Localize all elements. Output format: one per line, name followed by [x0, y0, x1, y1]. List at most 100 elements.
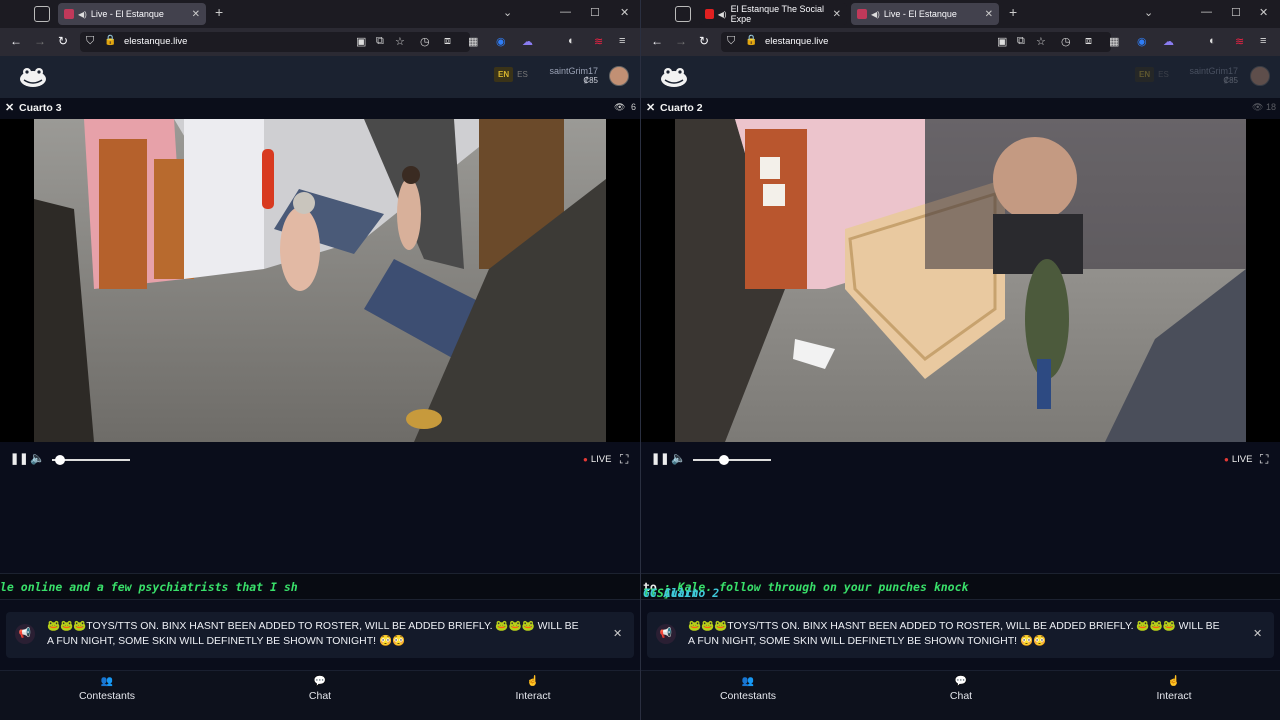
reload-icon[interactable]: ↻ — [699, 34, 709, 48]
nav-contestants-label: Contestants — [719, 690, 777, 702]
extension-off-icon[interactable]: ▦ — [468, 35, 478, 48]
dismiss-announcement-icon[interactable]: ✕ — [1253, 627, 1262, 640]
fullscreen-icon[interactable]: ⛶ — [1260, 452, 1268, 467]
forward-icon[interactable]: → — [675, 34, 687, 48]
bookmark-star-icon[interactable]: ☆ — [395, 35, 405, 48]
volume-slider[interactable] — [52, 455, 130, 465]
lang-en[interactable]: EN — [494, 67, 514, 82]
shield-icon[interactable]: ⛉ — [727, 35, 735, 48]
extensions-icon[interactable]: ⧈ — [444, 35, 451, 48]
close-room-icon[interactable]: ✕ — [5, 101, 14, 114]
user-info[interactable]: saintGrim17 ₡85 — [549, 66, 598, 85]
volume-knob[interactable] — [719, 455, 730, 465]
nav-bar: ← → ↻ ⛉ 🔒 elestanque.live ▣ ⧉ ☆ ◷ ⧈ ▦ ◉ … — [641, 28, 1280, 56]
menu-icon[interactable]: ≡ — [1260, 35, 1266, 47]
pause-icon[interactable]: ❚❚ — [651, 452, 669, 465]
pip-icon[interactable]: ⧉ — [376, 35, 384, 48]
avatar[interactable] — [609, 66, 629, 86]
megaphone-icon: 📢 — [15, 624, 35, 644]
extensions-icon[interactable]: ⧈ — [1085, 35, 1092, 48]
language-switch[interactable]: EN ES — [494, 67, 528, 82]
new-tab-icon[interactable]: + — [1009, 4, 1017, 20]
maximize-icon[interactable]: ☐ — [590, 6, 600, 19]
tab-live[interactable]: ◀) Live - El Estanque ✕ — [851, 3, 999, 25]
chat-icon: 💬 — [954, 676, 968, 687]
extension-off-icon[interactable]: ▦ — [1109, 35, 1119, 48]
username: saintGrim17 — [1189, 66, 1238, 76]
extension-blue-icon[interactable]: ◉ — [496, 35, 506, 48]
extension-purple-icon[interactable]: ☁ — [1163, 35, 1174, 48]
nav-interact[interactable]: ☝ Interact — [483, 676, 583, 702]
pause-icon[interactable]: ❚❚ — [10, 452, 28, 465]
back-icon[interactable]: ← — [651, 34, 663, 48]
ticker-message: TTS] GG Allin to Cuarto 2 : Kale. follow… — [643, 580, 968, 599]
close-window-icon[interactable]: ✕ — [620, 6, 629, 19]
avatar[interactable] — [1250, 66, 1270, 86]
close-tab-icon[interactable]: ✕ — [985, 9, 993, 20]
volume-icon[interactable]: 🔈 — [671, 451, 686, 465]
nav-contestants[interactable]: 👥 Contestants — [698, 676, 798, 702]
close-tab-icon[interactable]: ✕ — [833, 9, 841, 20]
speaker-icon: ◀) — [78, 9, 87, 19]
history-icon[interactable]: ◷ — [420, 35, 430, 48]
language-switch[interactable]: EN ES — [1135, 67, 1169, 82]
megaphone-icon: 📢 — [656, 624, 676, 644]
lang-es[interactable]: ES — [517, 70, 528, 79]
youtube-favicon-icon — [705, 9, 714, 19]
history-icon[interactable]: ◷ — [1061, 35, 1071, 48]
close-tab-icon[interactable]: ✕ — [192, 9, 200, 20]
close-window-icon[interactable]: ✕ — [1259, 6, 1268, 19]
reload-icon[interactable]: ↻ — [58, 34, 68, 48]
reader-icon[interactable]: ▣ — [356, 35, 366, 48]
viewers-eye-icon: 👁 — [1252, 102, 1264, 112]
tab-title: Live - El Estanque — [90, 9, 164, 19]
frog-logo-icon[interactable] — [659, 65, 689, 89]
extension-purple-icon[interactable]: ☁ — [522, 35, 533, 48]
bookmark-star-icon[interactable]: ☆ — [1036, 35, 1046, 48]
nav-chat[interactable]: 💬 Chat — [911, 676, 1011, 702]
dismiss-announcement-icon[interactable]: ✕ — [613, 627, 622, 640]
close-room-icon[interactable]: ✕ — [646, 101, 655, 114]
lang-es[interactable]: ES — [1158, 70, 1169, 79]
reader-icon[interactable]: ▣ — [997, 35, 1007, 48]
fullscreen-icon[interactable]: ⛶ — [620, 452, 628, 467]
volume-slider[interactable] — [693, 455, 771, 465]
announcement-text: 🐸🐸🐸TOYS/TTS ON. BINX HASNT BEEN ADDED TO… — [688, 620, 1220, 647]
pip-icon[interactable]: ⧉ — [1017, 35, 1025, 48]
account-icon[interactable]: ◐ — [1209, 35, 1216, 47]
tab-live[interactable]: ◀) Live - El Estanque ✕ — [58, 3, 206, 25]
extension-blue-icon[interactable]: ◉ — [1137, 35, 1147, 48]
tab-social-experiment[interactable]: ◀) El Estanque The Social Expe ✕ — [699, 3, 847, 25]
minimize-icon[interactable]: — — [560, 6, 571, 18]
extension-red-icon[interactable]: ≋ — [1235, 35, 1244, 48]
nav-interact[interactable]: ☝ Interact — [1124, 676, 1224, 702]
nav-chat[interactable]: 💬 Chat — [270, 676, 370, 702]
extension-red-icon[interactable]: ≋ — [594, 35, 603, 48]
account-icon[interactable]: ◐ — [568, 35, 575, 47]
room-bar: ✕ Cuarto 3 👁 6 — [0, 98, 640, 119]
user-info[interactable]: saintGrim17 ₡85 — [1189, 66, 1238, 85]
back-icon[interactable]: ← — [10, 34, 22, 48]
minimize-icon[interactable]: — — [1201, 6, 1212, 18]
new-tab-icon[interactable]: + — [215, 4, 223, 20]
lang-en[interactable]: EN — [1135, 67, 1155, 82]
volume-knob[interactable] — [54, 455, 65, 465]
menu-icon[interactable]: ≡ — [619, 35, 625, 47]
tab-list-icon[interactable] — [34, 6, 50, 22]
tab-overflow-icon[interactable]: ⌄ — [503, 6, 512, 19]
shield-icon[interactable]: ⛉ — [86, 35, 94, 48]
forward-icon[interactable]: → — [34, 34, 46, 48]
camera-feed — [675, 119, 1246, 442]
volume-icon[interactable]: 🔈 — [30, 451, 45, 465]
nav-contestants[interactable]: 👥 Contestants — [57, 676, 157, 702]
video-player[interactable] — [641, 119, 1280, 442]
frog-logo-icon[interactable] — [18, 65, 48, 89]
lock-icon: 🔒 — [104, 35, 117, 46]
nav-chat-label: Chat — [308, 690, 332, 702]
tab-overflow-icon[interactable]: ⌄ — [1144, 6, 1153, 19]
live-indicator: ● LIVE — [1224, 454, 1253, 465]
maximize-icon[interactable]: ☐ — [1231, 6, 1241, 19]
tab-list-icon[interactable] — [675, 6, 691, 22]
video-player[interactable] — [0, 119, 640, 442]
contestants-icon: 👥 — [100, 676, 114, 687]
